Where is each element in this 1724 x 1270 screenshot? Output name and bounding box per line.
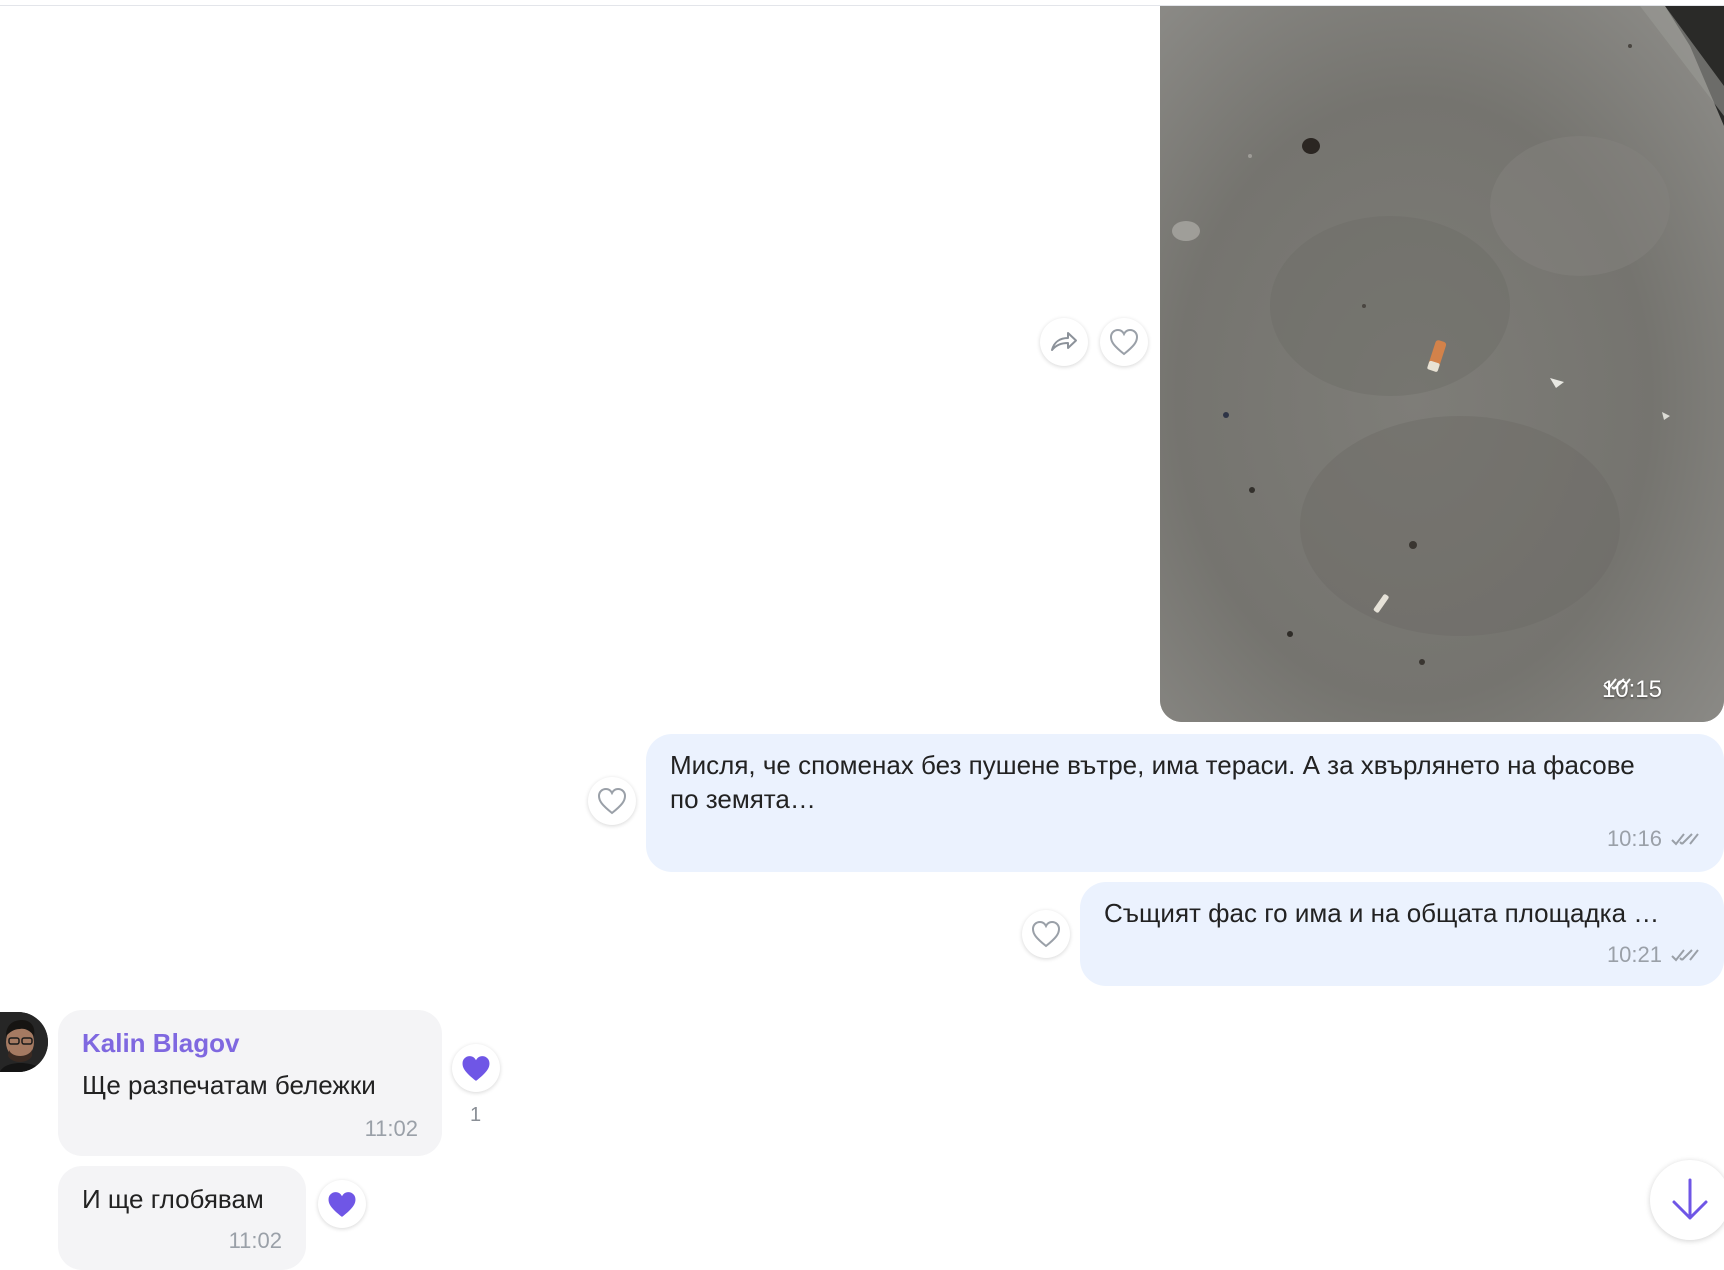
arrow-down-icon — [1672, 1178, 1708, 1220]
message-bubble[interactable]: И ще глобявам 11:02 — [58, 1166, 306, 1270]
heart-outline-icon — [597, 787, 627, 815]
scroll-to-bottom-button[interactable] — [1650, 1160, 1724, 1240]
reaction-count: 1 — [470, 1104, 482, 1126]
message-time: 11:02 — [228, 1228, 282, 1253]
photo-image — [1160, 6, 1724, 722]
like-button-m1[interactable] — [588, 777, 636, 825]
message-bubble[interactable]: Kalin Blagov Ще разпечатам бележки 11:02 — [58, 1010, 442, 1156]
message-time: 10:21 — [1607, 938, 1700, 972]
message-text: Същият фас го има и на общата площадка … — [1104, 898, 1660, 928]
photo-time: 10:15 — [1601, 676, 1662, 703]
message-text: И ще глобявам — [82, 1184, 264, 1214]
heart-filled-icon — [462, 1055, 490, 1081]
double-check-icon — [1603, 678, 1631, 691]
heart-filled-icon — [328, 1191, 356, 1217]
heart-outline-icon — [1109, 328, 1139, 356]
avatar[interactable] — [0, 1012, 48, 1072]
message-time: 10:16 — [1607, 822, 1700, 856]
avatar-image — [0, 1012, 48, 1072]
reaction-heart-m4[interactable] — [318, 1180, 366, 1228]
share-icon — [1051, 332, 1077, 351]
photo-message[interactable]: 10:15 — [1160, 6, 1724, 722]
reaction-heart-m3[interactable] — [452, 1044, 500, 1092]
like-button-m2[interactable] — [1022, 910, 1070, 958]
message-bubble[interactable]: Мисля, че споменах без пушене вътре, има… — [646, 734, 1724, 872]
message-list[interactable]: 10:15 Мисля, че споменах без пушене вътр… — [0, 0, 1724, 1270]
message-bubble[interactable]: Същият фас го има и на общата площадка …… — [1080, 882, 1724, 986]
double-check-icon — [1671, 949, 1699, 962]
like-button-photo[interactable] — [1100, 318, 1148, 366]
sender-name[interactable]: Kalin Blagov — [82, 1028, 239, 1059]
double-check-icon — [1671, 833, 1699, 846]
heart-outline-icon — [1031, 920, 1061, 948]
share-button[interactable] — [1040, 318, 1088, 366]
message-text: Ще разпечатам бележки — [82, 1070, 376, 1100]
message-text: Мисля, че споменах без пушене вътре, има… — [670, 750, 1635, 814]
message-time: 11:02 — [364, 1116, 418, 1141]
